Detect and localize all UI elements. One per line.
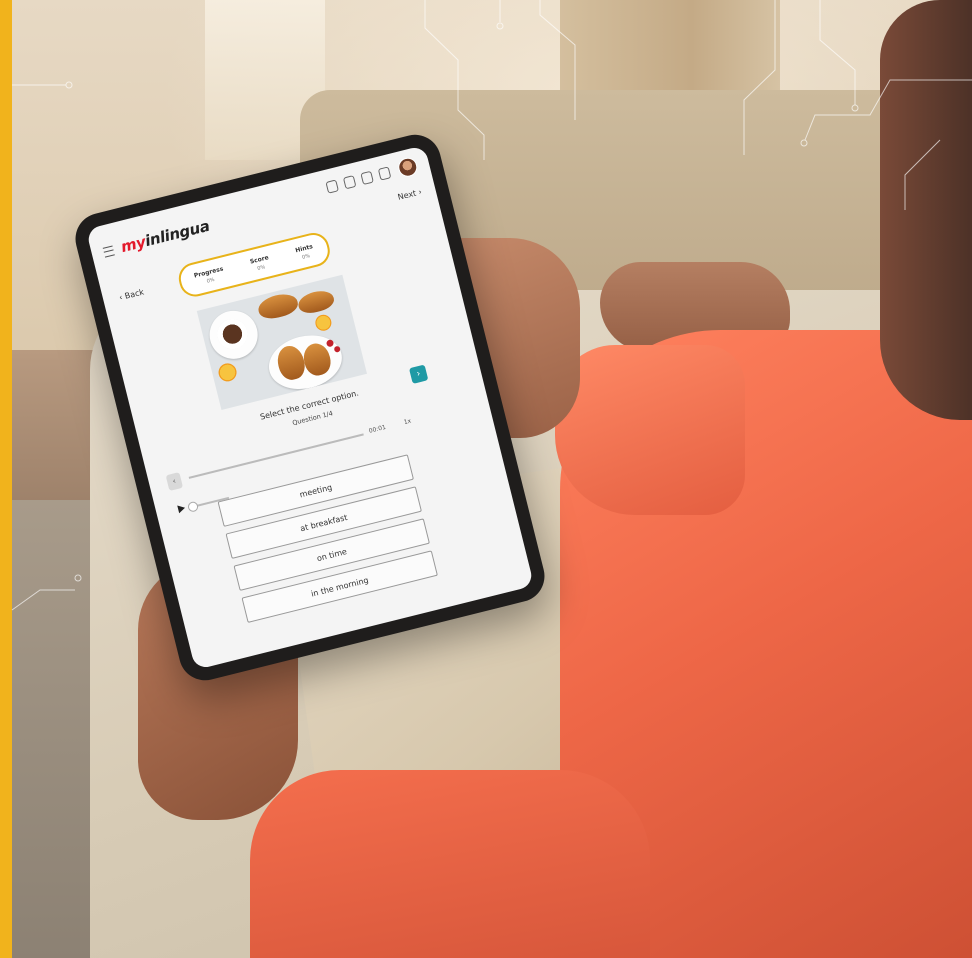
playback-slider-handle[interactable]: [186, 500, 200, 513]
back-button[interactable]: ‹ Back: [118, 287, 145, 302]
chevron-left-icon: ‹: [171, 476, 177, 486]
back-label: Back: [123, 287, 145, 301]
user-icon[interactable]: [377, 166, 392, 181]
stat-score: Score 0%: [249, 254, 271, 273]
orange-slice: [216, 361, 239, 384]
breakfast-image: [196, 274, 368, 411]
app-logo: myinlingua: [119, 217, 211, 256]
croissant: [255, 290, 301, 322]
orange-slice: [313, 313, 334, 333]
play-icon[interactable]: [177, 503, 186, 514]
stat-progress: Progress 0%: [193, 265, 226, 287]
audio-speed[interactable]: 1x: [403, 418, 412, 427]
chevron-right-icon: ›: [415, 368, 422, 380]
check-button[interactable]: ›: [408, 364, 429, 384]
stat-hints: Hints 0%: [295, 243, 316, 262]
chevron-right-icon: ›: [417, 187, 423, 197]
header-toolbar: [325, 166, 392, 194]
bell-icon[interactable]: [342, 175, 357, 190]
logo-brand: inlingua: [143, 216, 212, 251]
chevron-left-icon: ‹: [118, 292, 124, 303]
answer-options: meeting at breakfast on time in the morn…: [217, 454, 440, 629]
previous-button[interactable]: ‹: [165, 472, 184, 491]
chat-icon[interactable]: [360, 170, 374, 186]
avatar[interactable]: [396, 155, 420, 179]
menu-icon[interactable]: [102, 245, 115, 258]
phone-icon[interactable]: [325, 179, 339, 194]
croissant: [296, 287, 337, 316]
audio-time: 00:01: [368, 423, 387, 435]
